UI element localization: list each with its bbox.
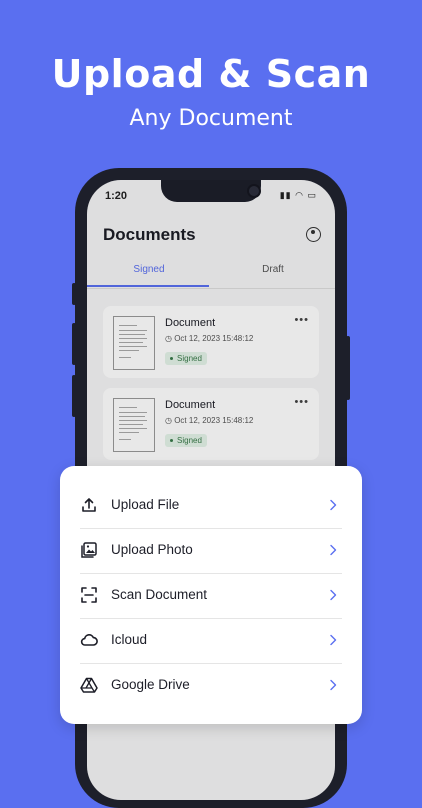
chevron-right-icon xyxy=(330,679,337,691)
option-label: Upload File xyxy=(111,497,180,512)
phone-button xyxy=(72,283,76,305)
upload-options-sheet: Upload File Upload Photo Scan Document I… xyxy=(60,466,362,724)
hero-subtitle: Any Document xyxy=(129,106,293,131)
option-google-drive[interactable]: Google Drive xyxy=(80,663,342,708)
chevron-right-icon xyxy=(330,634,337,646)
option-scan-document[interactable]: Scan Document xyxy=(80,573,342,619)
phone-button xyxy=(346,336,350,400)
option-upload-photo[interactable]: Upload Photo xyxy=(80,528,342,574)
chevron-right-icon xyxy=(330,544,337,556)
chevron-right-icon xyxy=(330,499,337,511)
phone-button xyxy=(72,323,76,365)
option-upload-file[interactable]: Upload File xyxy=(80,483,342,529)
option-label: Upload Photo xyxy=(111,542,193,557)
option-label: Google Drive xyxy=(111,677,190,692)
cloud-icon xyxy=(80,634,98,646)
option-icloud[interactable]: Icloud xyxy=(80,618,342,664)
upload-icon xyxy=(82,498,96,512)
scan-icon xyxy=(81,587,97,603)
option-label: Scan Document xyxy=(111,587,208,602)
chevron-right-icon xyxy=(330,589,337,601)
photo-icon xyxy=(81,542,97,558)
phone-button xyxy=(72,375,76,417)
option-label: Icloud xyxy=(111,632,148,647)
google-drive-icon xyxy=(80,677,98,693)
hero-title: Upload & Scan xyxy=(51,52,371,96)
